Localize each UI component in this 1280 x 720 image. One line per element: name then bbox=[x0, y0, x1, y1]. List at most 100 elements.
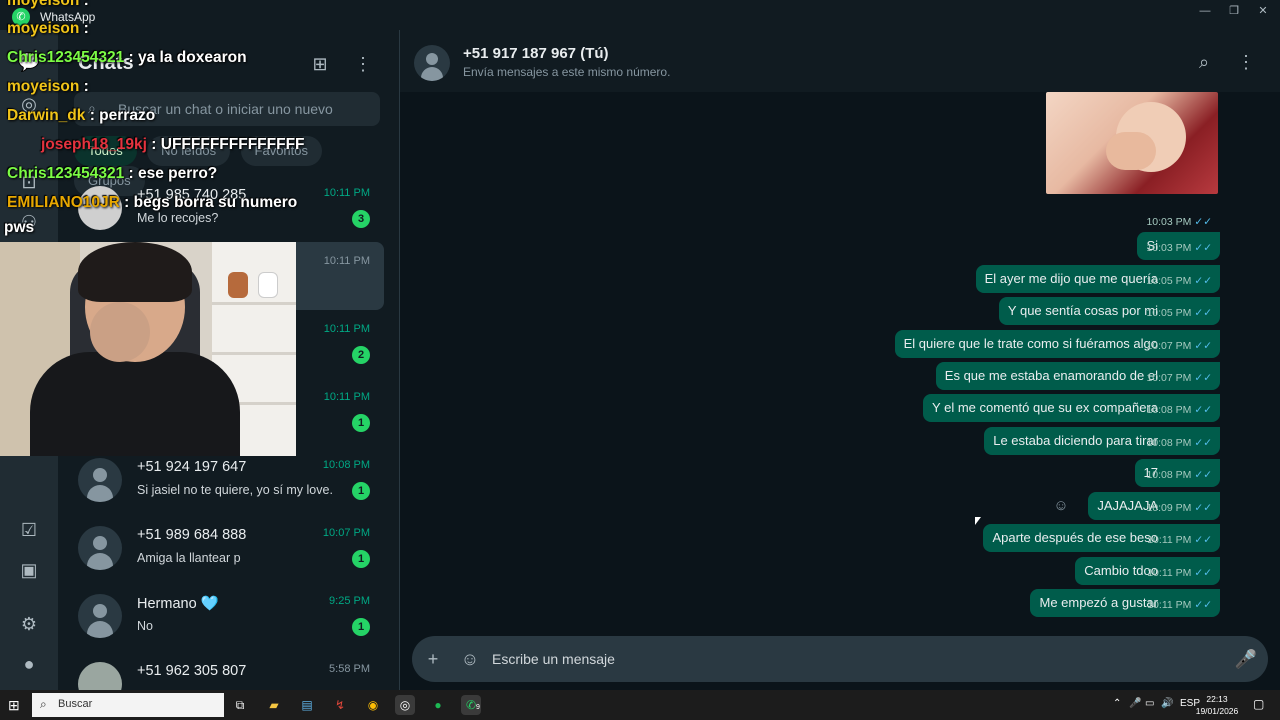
windows-start-icon[interactable]: ⊞ bbox=[8, 697, 24, 713]
message-bubble[interactable]: Si 10:03 PM ✓✓ bbox=[1137, 232, 1220, 260]
webcam-figure bbox=[258, 272, 278, 298]
network-icon[interactable]: ▭ bbox=[1145, 698, 1154, 709]
contact-name[interactable]: +51 917 187 967 (Tú) bbox=[463, 45, 609, 62]
conversation-menu-icon[interactable]: ⋮ bbox=[1234, 50, 1258, 74]
stream-chat-line: joseph18_19kj : UFFFFFFFFFFFFFF bbox=[7, 136, 305, 154]
clock-date: 19/01/2026 bbox=[1195, 706, 1239, 716]
minimize-button[interactable]: — bbox=[1192, 2, 1218, 20]
image-message[interactable] bbox=[1046, 92, 1218, 194]
message-bubble[interactable]: Es que me estaba enamorando de el 10:07 … bbox=[935, 362, 1220, 390]
default-avatar-icon[interactable] bbox=[414, 45, 450, 81]
webcam-person-body bbox=[30, 352, 240, 456]
read-ticks-icon: ✓✓ bbox=[1194, 567, 1212, 579]
microphone-icon[interactable]: 🎤 bbox=[1234, 647, 1258, 671]
chat-list-item[interactable]: Hermano 🩵 No 9:25 PM 1 bbox=[58, 582, 384, 650]
message-bubble[interactable]: Cambio tdoo 10:11 PM ✓✓ bbox=[1075, 557, 1220, 585]
message-bubble[interactable]: Me empezó a gustar 10:11 PM ✓✓ bbox=[1030, 589, 1220, 617]
stream-chat-user: Darwin_dk bbox=[7, 107, 86, 124]
message-bubble[interactable]: El quiere que le trate como si fuéramos … bbox=[894, 330, 1220, 358]
file-explorer-icon[interactable]: ▰ bbox=[264, 695, 284, 715]
message-time: 10:07 PM bbox=[1146, 340, 1192, 352]
chat-time: 10:11 PM bbox=[323, 255, 370, 267]
microphone-tray-icon[interactable]: 🎤 bbox=[1129, 698, 1141, 709]
spotify-icon[interactable]: ● bbox=[428, 695, 448, 715]
whatsapp-window: ✆ WhatsApp — ❐ ✕ 💬 ◎ ⊡ ⚇ ☑ ▣ ⚙ ● Chats ⊞… bbox=[0, 0, 1280, 720]
stream-chat-line: moyeison : bbox=[7, 78, 89, 96]
emoji-reaction-icon[interactable]: ☺ bbox=[1052, 497, 1070, 515]
stream-chat-user: Chris123454321 bbox=[7, 165, 125, 182]
read-ticks-icon: ✓✓ bbox=[1194, 534, 1212, 546]
volume-icon[interactable]: 🔊 bbox=[1161, 698, 1173, 709]
attach-plus-icon[interactable]: + bbox=[421, 647, 445, 671]
message-meta: 10:05 PM ✓✓ bbox=[1146, 299, 1212, 327]
unread-badge: 1 bbox=[352, 618, 370, 636]
chat-time: 10:11 PM bbox=[323, 391, 370, 403]
message-text: Y que sentía cosas por mi bbox=[1007, 303, 1158, 318]
chat-time: 10:11 PM bbox=[323, 187, 370, 199]
menu-icon[interactable]: ⋮ bbox=[351, 52, 375, 76]
tray-chevron-icon[interactable]: ⌃ bbox=[1113, 698, 1121, 709]
app-icon[interactable]: ↯ bbox=[330, 695, 350, 715]
message-bubble[interactable]: Aparte después de ese beso 10:11 PM ✓✓ bbox=[983, 524, 1220, 552]
notifications-icon[interactable]: ▢ bbox=[1253, 697, 1264, 711]
message-bubble[interactable]: JAJAJAJA 10:09 PM ✓✓ bbox=[1088, 492, 1220, 520]
chat-list-item[interactable]: +51 962 305 807 5:58 PM bbox=[58, 650, 384, 690]
taskbar-clock[interactable]: 22:13 19/01/2026 bbox=[1192, 693, 1242, 717]
message-time: 10:03 PM bbox=[1146, 216, 1192, 228]
chat-preview: Amiga la llantear p bbox=[137, 551, 241, 565]
default-avatar-icon bbox=[78, 594, 122, 638]
unread-badge: 1 bbox=[352, 414, 370, 432]
chat-preview: No bbox=[137, 619, 153, 633]
conversation-header[interactable]: +51 917 187 967 (Tú) Envía mensajes a es… bbox=[400, 30, 1280, 92]
default-avatar-icon bbox=[78, 458, 122, 502]
message-text: Es que me estaba enamorando de el bbox=[944, 368, 1158, 383]
maximize-button[interactable]: ❐ bbox=[1221, 2, 1247, 20]
notepad-icon[interactable]: ▤ bbox=[297, 695, 317, 715]
chat-time: 10:11 PM bbox=[323, 323, 370, 335]
sticker-icon[interactable]: ☺ bbox=[458, 647, 482, 671]
profile-icon[interactable]: ● bbox=[17, 652, 41, 676]
message-text: Aparte después de ese beso bbox=[992, 530, 1158, 545]
message-composer: + ☺ 🎤 bbox=[412, 636, 1268, 682]
message-input[interactable] bbox=[492, 648, 1212, 670]
message-meta: 10:11 PM ✓✓ bbox=[1147, 559, 1212, 587]
stream-chat-line: Darwin_dk : perrazo bbox=[7, 107, 155, 125]
read-ticks-icon: ✓✓ bbox=[1194, 242, 1212, 254]
chat-name: +51 924 197 647 bbox=[137, 459, 247, 475]
message-bubble[interactable]: Y que sentía cosas por mi 10:05 PM ✓✓ bbox=[998, 297, 1220, 327]
stream-chat-text: perrazo bbox=[99, 107, 156, 124]
stream-chat-line: moyeison : bbox=[7, 0, 89, 10]
read-ticks-icon: ✓✓ bbox=[1194, 469, 1212, 481]
message-list: 10:03 PM ✓✓ Si 10:03 PM ✓✓ El ayer me dijo… bbox=[400, 92, 1280, 634]
starred-icon[interactable]: ☑ bbox=[17, 518, 41, 542]
stream-chat-line: moyeison : bbox=[7, 20, 89, 38]
media-icon[interactable]: ▣ bbox=[17, 558, 41, 582]
message-bubble[interactable]: 17 10:08 PM ✓✓ bbox=[1134, 459, 1220, 487]
message-text: El quiere que le trate como si fuéramos … bbox=[903, 336, 1158, 351]
message-time: 10:08 PM bbox=[1146, 404, 1192, 416]
chat-preview: Si jasiel no te quiere, yo sí my love. bbox=[137, 483, 333, 497]
message-meta: 10:09 PM ✓✓ bbox=[1146, 494, 1212, 522]
task-view-icon[interactable]: ⧉ bbox=[230, 695, 250, 715]
message-bubble[interactable]: Y el me comentó que su ex compañera 10:0… bbox=[923, 394, 1220, 422]
message-time: 10:08 PM bbox=[1146, 437, 1192, 449]
message-time: 10:11 PM bbox=[1147, 567, 1192, 579]
chat-list-item[interactable]: +51 924 197 647 Si jasiel no te quiere, … bbox=[58, 446, 384, 514]
new-chat-icon[interactable]: ⊞ bbox=[308, 52, 332, 76]
message-bubble[interactable]: 10:03 PM ✓✓ bbox=[1146, 206, 1220, 234]
message-bubble[interactable]: Le estaba diciendo para tirar 10:08 PM ✓✓ bbox=[984, 427, 1220, 455]
stream-chat-user: EMILIANO10JR bbox=[7, 194, 120, 211]
message-bubble[interactable]: El ayer me dijo que me quería 10:05 PM ✓✓ bbox=[975, 265, 1220, 293]
read-ticks-icon: ✓✓ bbox=[1194, 275, 1212, 287]
close-window-button[interactable]: ✕ bbox=[1250, 2, 1276, 20]
stream-chat-overlay: moyeison : moyeison : Chris123454321 : y… bbox=[0, 0, 305, 240]
search-messages-icon[interactable]: ⌕ bbox=[1192, 50, 1216, 74]
message-time: 10:09 PM bbox=[1146, 502, 1192, 514]
stream-chat-separator: : bbox=[85, 107, 100, 124]
obs-icon[interactable]: ◎ bbox=[395, 695, 415, 715]
read-ticks-icon: ✓✓ bbox=[1194, 404, 1212, 416]
chrome-icon[interactable]: ◉ bbox=[363, 695, 383, 715]
chat-list-item[interactable]: +51 989 684 888 Amiga la llantear p 10:0… bbox=[58, 514, 384, 582]
taskbar-search[interactable]: ⌕ Buscar bbox=[32, 693, 224, 717]
settings-icon[interactable]: ⚙ bbox=[17, 612, 41, 636]
